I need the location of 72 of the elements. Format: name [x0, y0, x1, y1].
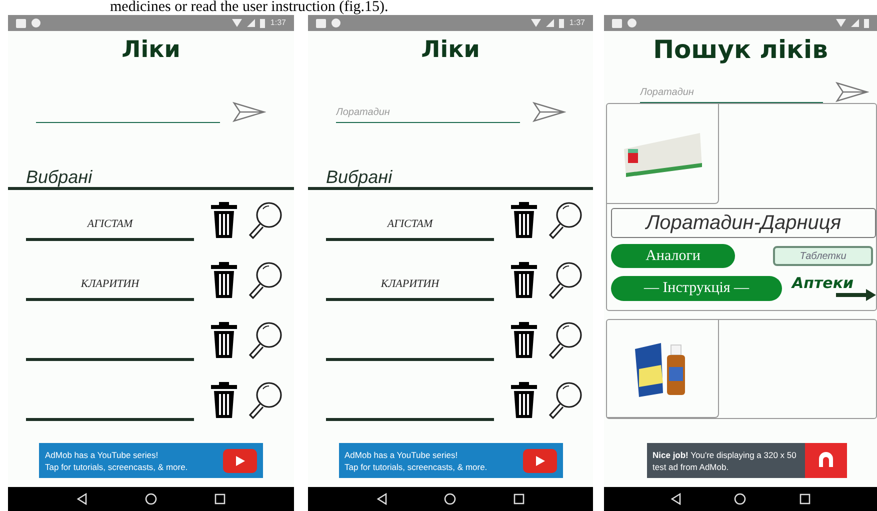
trash-icon[interactable]	[510, 322, 538, 358]
signal-icon	[247, 19, 256, 27]
circle-notification-icon	[331, 18, 341, 28]
recent-apps-icon[interactable]	[512, 493, 525, 505]
battery-icon	[559, 18, 564, 28]
medicine-name[interactable]: АГІСТАМ	[87, 216, 133, 233]
app-title: Пошук ліків	[653, 37, 828, 66]
signal-icon	[851, 19, 859, 27]
analogs-button[interactable]: Аналоги	[611, 244, 735, 268]
recent-apps-icon[interactable]	[214, 493, 226, 505]
recent-apps-icon[interactable]	[798, 493, 811, 505]
ad-logo-icon	[804, 443, 846, 478]
search-icon[interactable]	[546, 381, 584, 419]
trash-icon[interactable]	[210, 262, 238, 298]
battery-icon	[864, 18, 869, 28]
trash-icon[interactable]	[510, 202, 538, 238]
search-icon[interactable]	[546, 201, 584, 239]
medicine-name-field: Лоратадин-Дарниця	[611, 208, 876, 238]
arrow-icon[interactable]	[836, 289, 876, 301]
send-icon[interactable]	[835, 81, 869, 103]
search-icon[interactable]	[546, 321, 584, 359]
dosage-form-tag: Таблетки	[773, 246, 873, 266]
caption-text: medicines or read the user instruction (fig.15).	[109, 0, 390, 15]
circle-notification-icon	[627, 18, 637, 28]
pharmacies-link[interactable]: Аптеки	[792, 276, 854, 291]
home-icon[interactable]	[444, 493, 456, 505]
trash-icon[interactable]	[210, 322, 238, 358]
wifi-icon	[836, 19, 846, 27]
search-icon[interactable]	[546, 261, 584, 299]
send-icon[interactable]	[532, 101, 566, 123]
ad-banner[interactable]: AdMob has a YouTube series! Tap for tutorials, screencasts, & more.	[338, 443, 562, 478]
app-title: Ліки	[122, 39, 180, 65]
home-icon[interactable]	[144, 493, 157, 505]
image-notification-icon	[612, 18, 622, 28]
result-card[interactable]: Лоратадин-Дарниця Аналоги Таблетки — Інструкція — Аптеки	[606, 103, 877, 311]
medicine-name[interactable]: АГІСТАМ	[387, 216, 433, 233]
ad-banner[interactable]: Nice job! You're displaying a 320 x 50 test ad from AdMob.	[646, 443, 846, 478]
image-notification-icon	[16, 18, 26, 28]
battery-icon	[260, 18, 266, 28]
home-icon[interactable]	[734, 493, 746, 505]
play-icon	[223, 448, 257, 472]
search-icon[interactable]	[246, 321, 284, 359]
ad-text: Nice job! You're displaying a 320 x 50 test ad from AdMob.	[652, 448, 798, 472]
app-title: Ліки	[421, 39, 480, 65]
instruction-button[interactable]: — Інструкція —	[611, 276, 782, 301]
search-icon[interactable]	[246, 381, 284, 419]
play-icon	[522, 448, 556, 472]
section-heading: Вибрані	[26, 167, 94, 187]
trash-icon[interactable]	[210, 202, 238, 238]
trash-icon[interactable]	[210, 382, 238, 418]
signal-icon	[546, 19, 554, 27]
back-icon[interactable]	[670, 493, 682, 505]
medicine-name[interactable]: КЛАРИТИН	[380, 276, 440, 293]
trash-icon[interactable]	[510, 262, 538, 298]
status-time: 1:37	[569, 19, 585, 27]
send-icon[interactable]	[232, 101, 266, 123]
medicine-name[interactable]: КЛАРИТИН	[80, 276, 140, 293]
search-icon[interactable]	[246, 201, 284, 239]
wifi-icon	[232, 19, 242, 27]
ad-text: AdMob has a YouTube series! Tap for tutorials, screencasts, & more.	[344, 448, 488, 472]
wifi-icon	[531, 19, 542, 27]
status-time: 1:37	[270, 19, 286, 27]
trash-icon[interactable]	[510, 382, 538, 418]
section-heading: Вибрані	[326, 167, 394, 187]
ad-text: AdMob has a YouTube series! Tap for tutorials, screencasts, & more.	[45, 448, 189, 472]
ad-banner[interactable]: AdMob has a YouTube series! Tap for tutorials, screencasts, & more.	[39, 443, 263, 478]
result-card[interactable]	[606, 319, 877, 419]
circle-notification-icon	[31, 18, 41, 28]
image-notification-icon	[316, 18, 326, 28]
back-icon[interactable]	[76, 493, 88, 505]
back-icon[interactable]	[376, 493, 388, 505]
search-icon[interactable]	[246, 261, 284, 299]
